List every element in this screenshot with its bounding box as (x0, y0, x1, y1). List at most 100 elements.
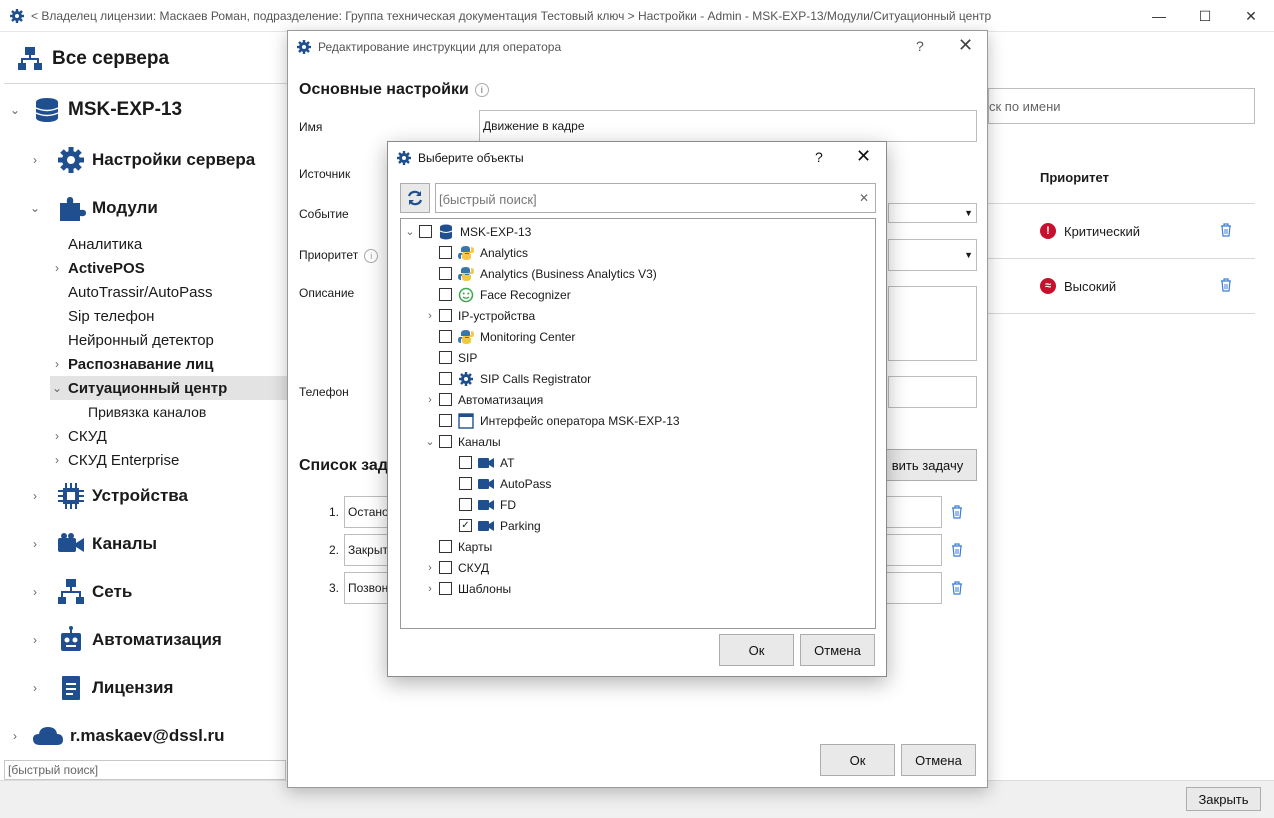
ok-button[interactable]: Ок (820, 744, 895, 776)
checkbox[interactable] (459, 456, 472, 469)
objects-tree[interactable]: ⌄ MSK-EXP-13 Analytics Analytics (Business … (400, 218, 876, 629)
chevron-down-icon[interactable]: ⌄ (403, 225, 417, 238)
chevron-right-icon[interactable]: › (423, 310, 437, 322)
tree-item-license[interactable]: › Лицензия (28, 676, 173, 700)
object-tree-row[interactable]: ⌄ MSK-EXP-13 (403, 221, 531, 242)
phone-input[interactable] (888, 376, 977, 408)
tree-server[interactable]: ⌄ MSK-EXP-13 (8, 98, 182, 122)
tree-item-neural[interactable]: Нейронный детектор (68, 328, 214, 352)
info-icon[interactable]: i (364, 248, 379, 263)
chevron-right-icon[interactable]: › (28, 633, 42, 647)
chevron-right-icon[interactable]: › (423, 394, 437, 406)
chevron-right-icon[interactable]: › (423, 562, 437, 574)
checkbox[interactable] (439, 561, 452, 574)
help-button[interactable]: ? (815, 149, 823, 165)
chevron-down-icon[interactable]: ⌄ (50, 381, 64, 395)
object-tree-row[interactable]: › Шаблоны (423, 578, 511, 599)
checkbox[interactable] (459, 477, 472, 490)
tree-item-analytics[interactable]: Аналитика (68, 232, 142, 256)
tree-item-devices[interactable]: › Устройства (28, 483, 188, 509)
trash-icon[interactable] (1219, 223, 1233, 237)
add-task-button[interactable]: вить задачу (878, 449, 977, 481)
all-servers-header[interactable]: Все сервера (4, 34, 287, 84)
checkbox[interactable] (439, 372, 452, 385)
object-tree-row[interactable]: › Автоматизация (423, 389, 543, 410)
chevron-right-icon[interactable]: › (50, 429, 64, 443)
name-input[interactable]: Движение в кадре (479, 110, 977, 142)
checkbox[interactable] (439, 540, 452, 553)
trash-icon[interactable] (1219, 278, 1233, 292)
chevron-right-icon[interactable]: › (50, 453, 64, 467)
checkbox[interactable] (439, 582, 452, 595)
chevron-right-icon[interactable]: › (28, 585, 42, 599)
tree-item-server-settings[interactable]: › Настройки сервера (28, 147, 255, 173)
tree-item-activepos[interactable]: › ActivePOS (50, 256, 145, 280)
object-tree-row[interactable]: FD (443, 494, 516, 515)
tree-item-modules[interactable]: ⌄ Модули (28, 196, 158, 221)
object-tree-row[interactable]: Face Recognizer (423, 284, 571, 305)
checkbox[interactable] (439, 393, 452, 406)
info-icon[interactable]: i (474, 82, 489, 97)
close-dialog-button[interactable]: ✕ (958, 35, 973, 56)
minimize-button[interactable]: — (1136, 0, 1182, 32)
trash-icon[interactable] (950, 543, 964, 557)
object-tree-row[interactable]: ✓ Parking (443, 515, 541, 536)
maximize-button[interactable]: ☐ (1182, 0, 1228, 32)
tree-item-automation[interactable]: › Автоматизация (28, 626, 222, 652)
checkbox[interactable] (459, 498, 472, 511)
chevron-down-icon[interactable]: ⌄ (28, 201, 42, 215)
checkbox[interactable] (439, 435, 452, 448)
checkbox[interactable]: ✓ (459, 519, 472, 532)
name-search-input[interactable]: ск по имени (988, 88, 1255, 124)
chevron-down-icon[interactable]: ⌄ (8, 103, 22, 117)
object-tree-row[interactable]: Карты (423, 536, 492, 557)
object-tree-row[interactable]: SIP (423, 347, 477, 368)
checkbox[interactable] (439, 267, 452, 280)
refresh-button[interactable] (400, 183, 430, 213)
close-dialog-button[interactable]: ✕ (856, 146, 871, 167)
checkbox[interactable] (439, 288, 452, 301)
tree-item-face[interactable]: › Распознавание лиц (50, 352, 214, 376)
object-tree-row[interactable]: AT (443, 452, 514, 473)
trash-icon[interactable] (950, 505, 964, 519)
chevron-right-icon[interactable]: › (28, 153, 42, 167)
tree-item-channel-binding[interactable]: Привязка каналов (88, 400, 206, 424)
chevron-right-icon[interactable]: › (423, 583, 437, 595)
checkbox[interactable] (419, 225, 432, 238)
chevron-right-icon[interactable]: › (28, 681, 42, 695)
tree-item-autotrassir[interactable]: AutoTrassir/AutoPass (68, 280, 213, 304)
priority-select[interactable]: ▼ (888, 239, 977, 271)
object-tree-row[interactable]: › IP-устройства (423, 305, 535, 326)
tree-item-skud-enterprise[interactable]: › СКУД Enterprise (50, 448, 179, 472)
chevron-down-icon[interactable]: ⌄ (423, 435, 437, 448)
tree-item-skud[interactable]: › СКУД (50, 424, 107, 448)
close-window-button[interactable]: ✕ (1228, 0, 1274, 32)
cancel-button[interactable]: Отмена (800, 634, 875, 666)
clear-icon[interactable]: ✕ (859, 191, 869, 205)
tree-item-situation-center[interactable]: ⌄ Ситуационный центр (50, 376, 288, 400)
chevron-right-icon[interactable]: › (50, 261, 64, 275)
tree-cloud-account[interactable]: › r.maskaev@dssl.ru (8, 724, 225, 748)
object-tree-row[interactable]: Monitoring Center (423, 326, 575, 347)
tree-item-channels[interactable]: › Каналы (28, 532, 157, 556)
checkbox[interactable] (439, 330, 452, 343)
object-tree-row[interactable]: SIP Calls Registrator (423, 368, 591, 389)
trash-icon[interactable] (950, 581, 964, 595)
object-tree-row[interactable]: ⌄ Каналы (423, 431, 500, 452)
object-tree-row[interactable]: Analytics (423, 242, 528, 263)
ok-button[interactable]: Ок (719, 634, 794, 666)
tree-item-sip[interactable]: Sip телефон (68, 304, 154, 328)
checkbox[interactable] (439, 246, 452, 259)
object-tree-row[interactable]: AutoPass (443, 473, 551, 494)
object-search-input[interactable]: [быстрый поиск] ✕ (435, 183, 876, 213)
object-tree-row[interactable]: Интерфейс оператора MSK-EXP-13 (423, 410, 680, 431)
description-textarea[interactable] (888, 286, 977, 361)
chevron-right-icon[interactable]: › (28, 489, 42, 503)
tree-item-network[interactable]: › Сеть (28, 579, 132, 604)
chevron-right-icon[interactable]: › (50, 357, 64, 371)
checkbox[interactable] (439, 351, 452, 364)
cancel-button[interactable]: Отмена (901, 744, 976, 776)
close-button[interactable]: Закрыть (1186, 787, 1261, 811)
object-tree-row[interactable]: Analytics (Business Analytics V3) (423, 263, 657, 284)
help-button[interactable]: ? (916, 38, 924, 54)
